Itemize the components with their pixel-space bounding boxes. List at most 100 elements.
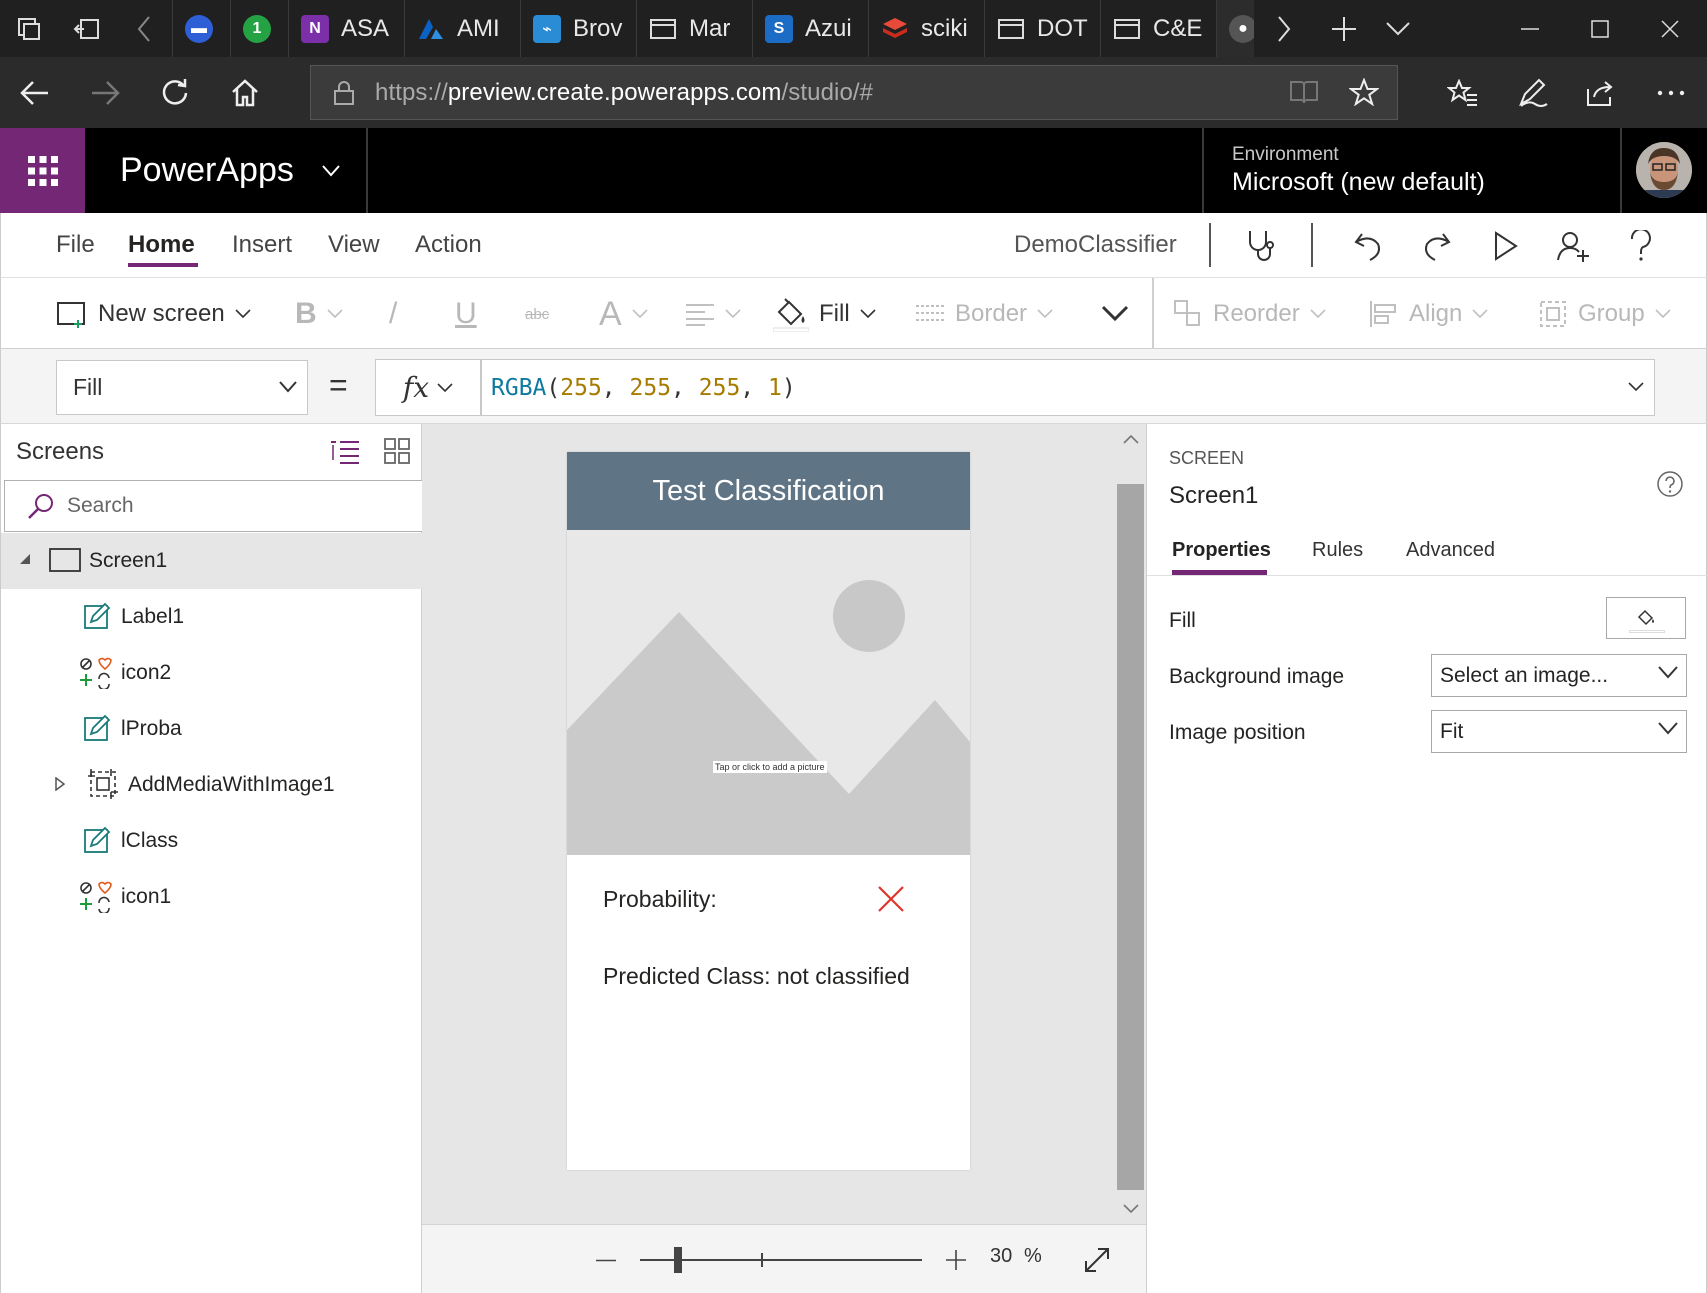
tree-item-icon2[interactable]: icon2: [1, 645, 422, 701]
italic-button[interactable]: /: [389, 278, 397, 350]
formula-input[interactable]: RGBA(255, 255, 255, 1): [481, 359, 1655, 416]
icons-icon: [79, 657, 112, 689]
thumbnail-view-icon[interactable]: [384, 438, 410, 464]
new-screen-button[interactable]: New screen: [56, 278, 251, 350]
preview-play-icon[interactable]: [1481, 221, 1531, 271]
tree-item-lclass[interactable]: lClass: [1, 813, 422, 869]
bold-button[interactable]: B: [295, 278, 343, 350]
home-icon[interactable]: [210, 57, 280, 128]
refresh-icon[interactable]: [140, 57, 210, 128]
collapse-triangle-icon[interactable]: [19, 553, 31, 565]
browser-tab[interactable]: S Azui: [752, 0, 868, 57]
forward-icon[interactable]: [70, 57, 140, 128]
more-icon[interactable]: [1636, 57, 1706, 128]
fit-to-window-icon[interactable]: [1084, 1247, 1110, 1273]
image-position-dropdown[interactable]: Fit: [1431, 710, 1687, 753]
tab-actions-icon[interactable]: [0, 0, 58, 57]
scrollbar-thumb[interactable]: [1117, 484, 1144, 1190]
screen1-canvas[interactable]: Test Classification Tap or click to add …: [567, 452, 970, 1170]
browser-tab[interactable]: N ASA: [288, 0, 404, 57]
lproba-label[interactable]: Probability:: [603, 886, 717, 913]
new-tab-icon[interactable]: [1314, 0, 1374, 57]
product-switcher[interactable]: PowerApps: [120, 128, 340, 213]
function-picker[interactable]: fx: [375, 359, 481, 416]
tabs-scroll-right-icon[interactable]: [1254, 0, 1314, 57]
tab-rules[interactable]: Rules: [1312, 539, 1363, 562]
browser-tab[interactable]: sciki: [868, 0, 984, 57]
tab-action[interactable]: Action: [415, 213, 482, 277]
lclass-label[interactable]: Predicted Class: not classified: [603, 963, 910, 990]
border-button[interactable]: Border: [915, 278, 1053, 350]
label1-title[interactable]: Test Classification: [567, 452, 970, 530]
browser-tab[interactable]: DOT: [984, 0, 1100, 57]
expand-toolbar-button[interactable]: [1101, 278, 1129, 350]
tab-preview-icon[interactable]: [1368, 0, 1428, 57]
tab-advanced[interactable]: Advanced: [1406, 539, 1495, 562]
help-circle-icon[interactable]: [1656, 470, 1684, 498]
selected-name[interactable]: Screen1: [1169, 482, 1258, 510]
favorite-star-icon[interactable]: [1349, 78, 1379, 106]
font-button[interactable]: A: [599, 278, 648, 350]
url-field[interactable]: https://preview.create.powerapps.com/stu…: [310, 65, 1398, 120]
tab-home[interactable]: Home: [128, 213, 195, 277]
tree-item-addmediawithimage1[interactable]: AddMediaWithImage1: [1, 757, 422, 813]
zoom-value[interactable]: 30: [990, 1245, 1012, 1268]
add-picture-control[interactable]: Tap or click to add a picture: [567, 530, 970, 855]
share-user-icon[interactable]: [1548, 221, 1598, 271]
back-icon[interactable]: [0, 57, 70, 128]
tab-insert[interactable]: Insert: [232, 213, 292, 277]
avatar[interactable]: [1636, 142, 1692, 198]
text-align-button[interactable]: [685, 278, 741, 350]
app-checker-icon[interactable]: [1237, 221, 1287, 271]
scroll-up-icon[interactable]: [1123, 434, 1139, 444]
fill-button[interactable]: Fill: [773, 278, 876, 350]
strikethrough-button[interactable]: abc: [525, 278, 549, 350]
browser-tab-strip: ▬ 1 N ASA AMI ⌁ Brov Mar S Azui sciki DO…: [0, 0, 1707, 57]
align-button[interactable]: Align: [1369, 278, 1488, 350]
tree-item-lproba[interactable]: lProba: [1, 701, 422, 757]
tree-item-icon1[interactable]: icon1: [1, 869, 422, 925]
background-image-dropdown[interactable]: Select an image...: [1431, 654, 1687, 697]
group-button[interactable]: Group: [1538, 278, 1671, 350]
tab-view[interactable]: View: [328, 213, 380, 277]
browser-tab[interactable]: 1: [230, 0, 288, 57]
tree-view-icon[interactable]: [330, 440, 360, 464]
browser-tab[interactable]: ⌁ Brov: [520, 0, 636, 57]
browser-tab[interactable]: ▬: [172, 0, 230, 57]
tree-search-input[interactable]: Search: [4, 480, 424, 532]
zoom-slider-thumb[interactable]: [674, 1247, 682, 1273]
scroll-down-icon[interactable]: [1123, 1204, 1139, 1214]
reorder-button[interactable]: Reorder: [1173, 278, 1326, 350]
undo-icon[interactable]: [1343, 221, 1393, 271]
tree-item-screen1[interactable]: Screen1: [1, 533, 422, 589]
help-icon[interactable]: [1616, 221, 1666, 271]
underline-button[interactable]: U: [455, 278, 477, 350]
fill-color-picker[interactable]: [1606, 597, 1686, 639]
redo-icon[interactable]: [1412, 221, 1462, 271]
browser-tab[interactable]: C&E: [1100, 0, 1216, 57]
zoom-out-icon[interactable]: [596, 1259, 616, 1262]
browser-tab[interactable]: AMI: [404, 0, 520, 57]
browser-tab[interactable]: Mar: [636, 0, 752, 57]
tabs-scroll-left-icon[interactable]: [116, 0, 172, 57]
app-name[interactable]: DemoClassifier: [1014, 213, 1177, 277]
zoom-in-icon[interactable]: [946, 1250, 966, 1270]
pen-notes-icon[interactable]: [1498, 57, 1568, 128]
set-tabs-aside-icon[interactable]: [58, 0, 116, 57]
zoom-slider-track[interactable]: [640, 1259, 922, 1261]
expand-formula-icon[interactable]: [1628, 382, 1644, 392]
tree-item-label1[interactable]: Label1: [1, 589, 422, 645]
maximize-icon[interactable]: [1570, 0, 1630, 57]
tab-file[interactable]: File: [56, 213, 95, 277]
browser-tab[interactable]: ●: [1216, 0, 1254, 57]
app-launcher-icon[interactable]: [0, 128, 85, 213]
close-window-icon[interactable]: [1640, 0, 1700, 57]
cancel-icon[interactable]: [876, 884, 906, 914]
property-dropdown[interactable]: Fill: [56, 360, 308, 415]
minimize-icon[interactable]: [1500, 0, 1560, 57]
favorites-hub-icon[interactable]: [1428, 57, 1498, 128]
reading-view-icon[interactable]: [1289, 78, 1319, 106]
expand-triangle-icon[interactable]: [55, 777, 65, 791]
share-icon[interactable]: [1566, 57, 1636, 128]
tab-properties[interactable]: Properties: [1172, 539, 1271, 562]
